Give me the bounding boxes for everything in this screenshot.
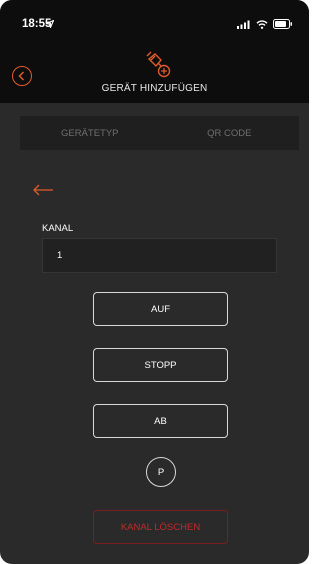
status-icons	[46, 19, 293, 29]
stop-button[interactable]: STOPP	[93, 348, 228, 382]
header-bar: 18:55 GERÄT HINZUFÜGEN	[0, 0, 309, 103]
signal-icon	[237, 20, 250, 29]
wifi-icon	[256, 19, 268, 29]
page-title: GERÄT HINZUFÜGEN	[101, 83, 208, 94]
delete-channel-button[interactable]: KANAL LÖSCHEN	[93, 510, 228, 544]
tab-device-type[interactable]: GERÄTETYP	[20, 116, 160, 150]
up-button[interactable]: AUF	[93, 292, 228, 326]
arrow-left-icon[interactable]	[32, 184, 54, 196]
channel-label: KANAL	[42, 223, 74, 234]
down-button[interactable]: AB	[93, 404, 228, 438]
tab-bar: GERÄTETYP QR CODE	[20, 116, 299, 150]
plug-add-icon	[146, 51, 171, 78]
app-screen: 18:55 GERÄT HINZUFÜGEN GERÄTETYP QR CODE…	[0, 0, 309, 564]
program-button[interactable]: P	[146, 457, 176, 487]
tab-qr-code[interactable]: QR CODE	[160, 116, 300, 150]
battery-icon	[273, 19, 292, 29]
channel-input[interactable]: 1	[42, 238, 277, 273]
location-arrow-icon	[46, 20, 54, 28]
